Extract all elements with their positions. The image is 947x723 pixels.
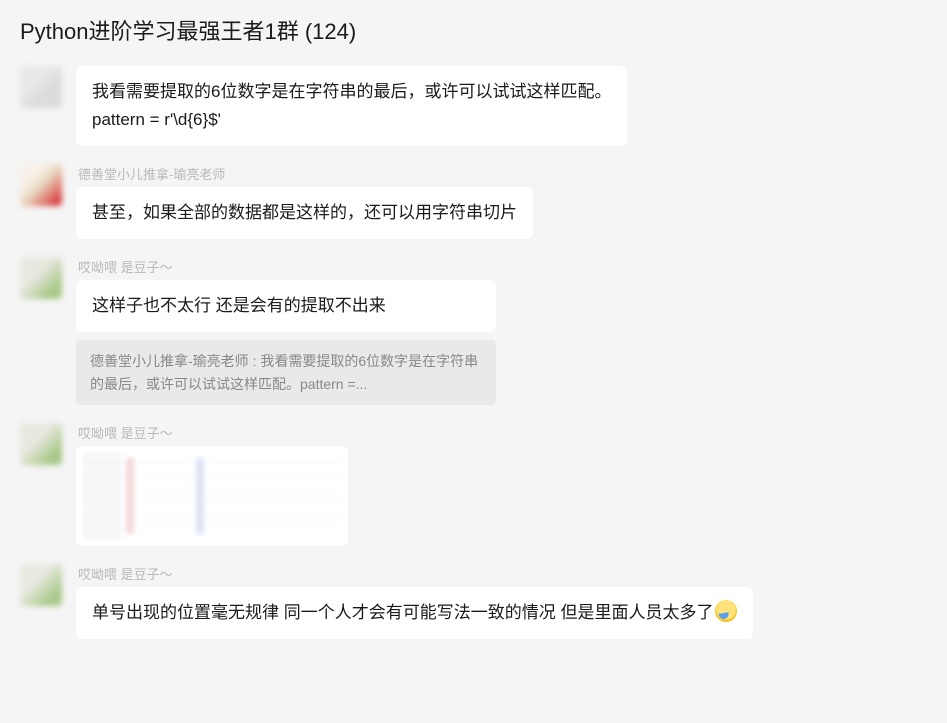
message-row: 德善堂小儿推拿-瑜亮老师 甚至，如果全部的数据都是这样的，还可以用字符串切片 [20,164,927,239]
quote-reference[interactable]: 德善堂小儿推拿-瑜亮老师 : 我看需要提取的6位数字是在字符串的最后，或许可以试… [76,340,496,405]
avatar[interactable] [20,164,62,206]
sender-name: 哎呦喂 是豆子～ [76,257,496,276]
avatar[interactable] [20,66,62,108]
sender-name: 德善堂小儿推拿-瑜亮老师 [76,164,533,183]
image-message[interactable] [76,446,348,546]
message-row: 哎呦喂 是豆子～ 单号出现的位置毫无规律 同一个人才会有可能写法一致的情况 但是… [20,564,927,639]
message-bubble[interactable]: 我看需要提取的6位数字是在字符串的最后，或许可以试试这样匹配。 pattern … [76,66,627,146]
avatar[interactable] [20,257,62,299]
avatar[interactable] [20,564,62,606]
message-bubble[interactable]: 甚至，如果全部的数据都是这样的，还可以用字符串切片 [76,187,533,239]
sender-name: 哎呦喂 是豆子～ [76,564,753,583]
sender-name: 哎呦喂 是豆子～ [76,423,348,442]
message-row: 哎呦喂 是豆子～ [20,423,927,546]
message-bubble[interactable]: 单号出现的位置毫无规律 同一个人才会有可能写法一致的情况 但是里面人员太多了 [76,587,753,639]
message-text: 单号出现的位置毫无规律 同一个人才会有可能写法一致的情况 但是里面人员太多了 [92,603,713,622]
smirk-sweat-emoji-icon [715,600,737,622]
screenshot-thumbnail [82,452,342,540]
avatar[interactable] [20,423,62,465]
message-bubble[interactable]: 这样子也不太行 还是会有的提取不出来 [76,280,496,332]
chat-title: Python进阶学习最强王者1群 (124) [0,0,947,56]
chat-area: 我看需要提取的6位数字是在字符串的最后，或许可以试试这样匹配。 pattern … [0,56,947,639]
message-row: 哎呦喂 是豆子～ 这样子也不太行 还是会有的提取不出来 德善堂小儿推拿-瑜亮老师… [20,257,927,405]
message-row: 我看需要提取的6位数字是在字符串的最后，或许可以试试这样匹配。 pattern … [20,66,927,146]
